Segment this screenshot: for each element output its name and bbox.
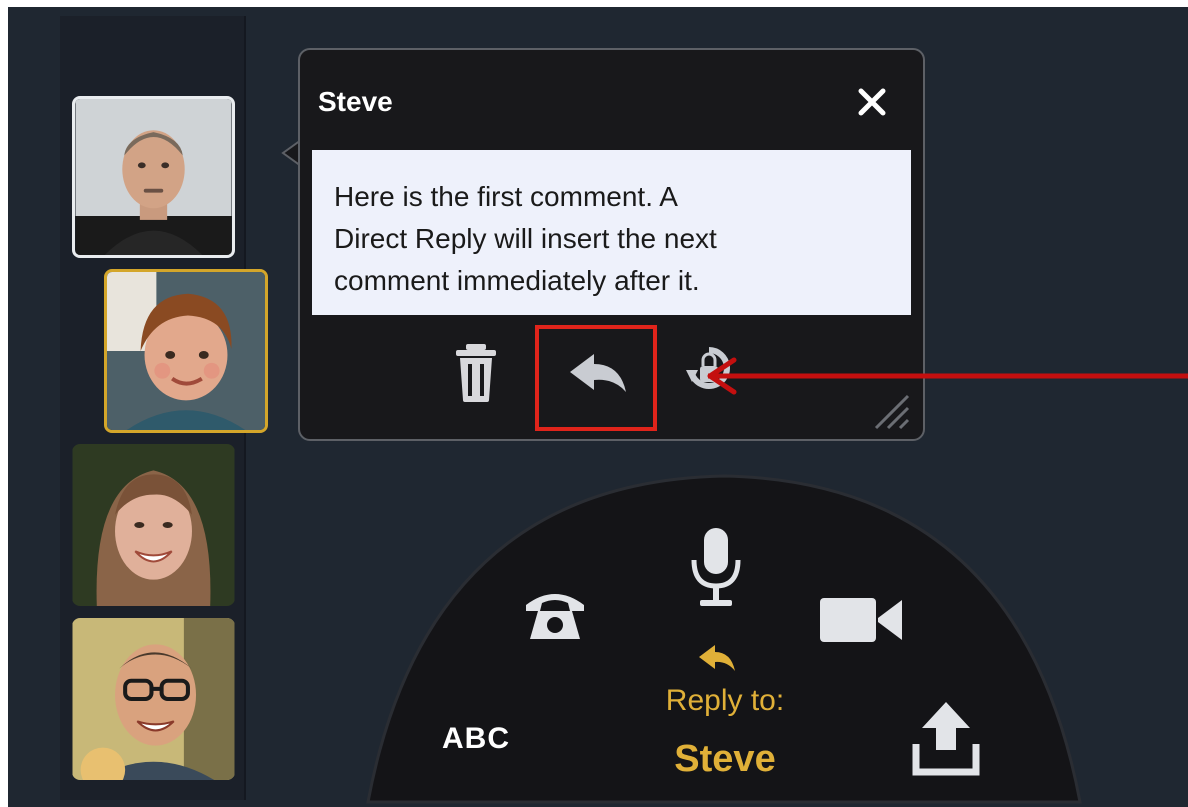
close-button[interactable] <box>850 80 894 124</box>
comment-text-line: comment immediately after it. <box>334 265 700 296</box>
avatar-child-image <box>107 272 265 430</box>
reply-to-name: Steve <box>674 738 776 780</box>
comment-text-line: Direct Reply will insert the next <box>334 223 717 254</box>
annotation-arrow <box>707 357 1188 395</box>
avatar-man-glasses[interactable] <box>72 618 235 780</box>
avatar-steve-image <box>75 99 232 255</box>
avatar-child[interactable] <box>104 269 268 433</box>
comment-text-box: Here is the first comment. A Direct Repl… <box>312 150 911 315</box>
upload-icon[interactable] <box>912 700 980 776</box>
avatar-steve[interactable] <box>72 96 235 258</box>
avatar-woman[interactable] <box>72 444 235 606</box>
trash-icon[interactable] <box>452 342 500 404</box>
phone-icon[interactable] <box>522 585 588 641</box>
avatar-woman-image <box>72 444 235 606</box>
close-icon <box>858 88 886 116</box>
text-input-button[interactable]: ABC <box>442 722 510 756</box>
avatar-man-glasses-image <box>72 618 235 780</box>
reply-arrow-icon <box>699 645 735 671</box>
comment-author: Steve <box>318 86 393 117</box>
microphone-icon[interactable] <box>688 526 744 610</box>
video-camera-icon[interactable] <box>818 594 904 646</box>
reply-button-highlight <box>535 325 657 431</box>
comment-text-line: Here is the first comment. A <box>334 181 678 212</box>
reply-to-label: Reply to: <box>665 684 785 717</box>
